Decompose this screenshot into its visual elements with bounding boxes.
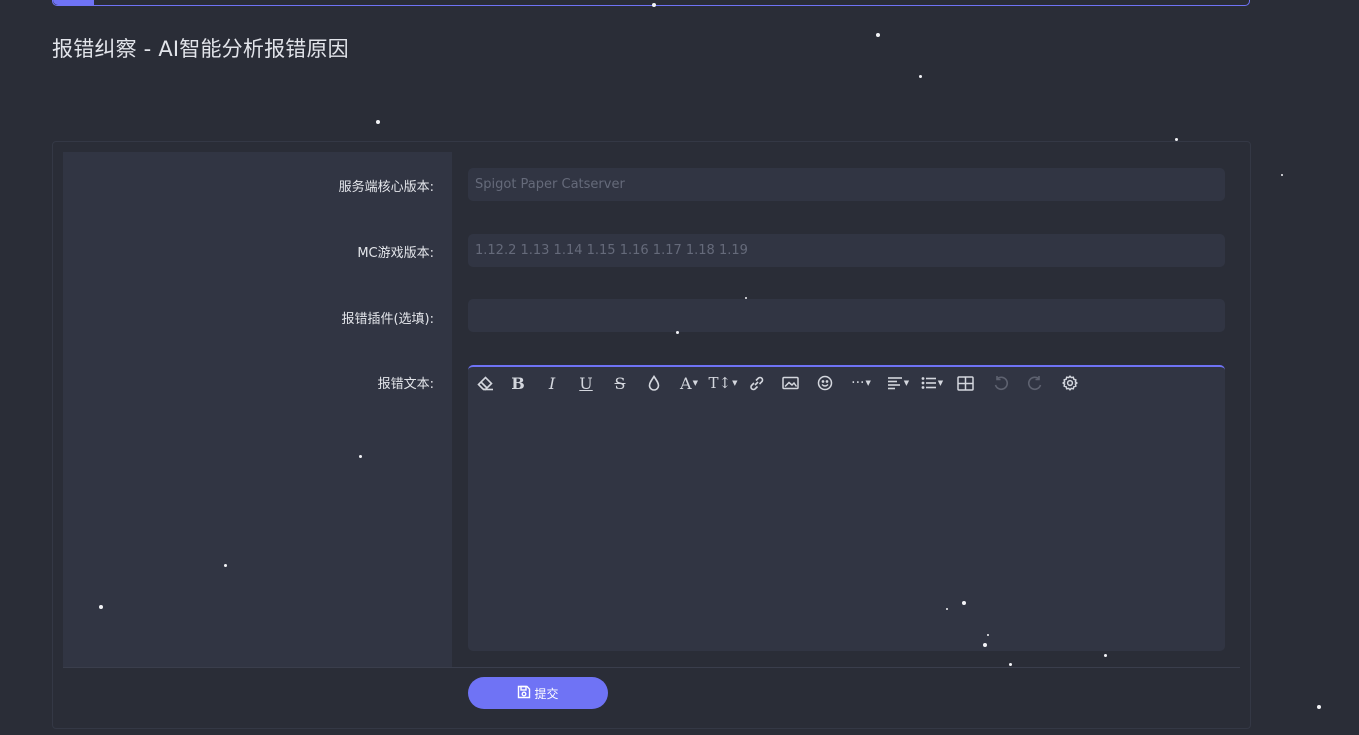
emoji-icon[interactable] xyxy=(816,372,833,394)
particle-dot xyxy=(652,3,656,7)
label-column xyxy=(63,152,452,667)
particle-dot xyxy=(1104,654,1107,657)
particle-dot xyxy=(946,608,948,610)
particle-dot xyxy=(376,120,380,124)
form-divider xyxy=(63,667,1240,668)
particle-dot xyxy=(1009,663,1012,666)
plugin-input[interactable] xyxy=(468,299,1225,332)
submit-label: 提交 xyxy=(534,686,559,701)
mc-version-label: MC游戏版本: xyxy=(357,246,434,261)
settings-icon[interactable] xyxy=(1061,372,1078,394)
mc-version-input[interactable] xyxy=(468,234,1225,267)
error-text-label: 报错文本: xyxy=(377,377,434,392)
particle-dot xyxy=(99,605,103,609)
particle-dot xyxy=(983,643,987,647)
font-color-icon[interactable]: A ▼ xyxy=(676,372,702,394)
error-text-editor[interactable]: B I U S A ▼ T↕ ▼ ··· ▼ ▼ ▼ xyxy=(468,365,1225,651)
core-version-input[interactable] xyxy=(468,168,1225,201)
top-progress-fill xyxy=(53,0,94,5)
core-version-label: 服务端核心版本: xyxy=(338,180,434,195)
bold-icon[interactable]: B xyxy=(511,372,525,394)
top-progress-bar xyxy=(52,0,1250,6)
save-icon xyxy=(517,685,531,702)
image-icon[interactable] xyxy=(782,372,799,394)
particle-dot xyxy=(876,33,880,37)
particle-dot xyxy=(676,331,679,334)
particle-dot xyxy=(359,455,362,458)
page: 报错纠察 - AI智能分析报错原因 服务端核心版本: MC游戏版本: 报错插件(… xyxy=(0,0,1359,735)
particle-dot xyxy=(224,564,227,567)
page-title: 报错纠察 - AI智能分析报错原因 xyxy=(52,37,349,61)
underline-icon[interactable]: U xyxy=(579,372,593,394)
italic-icon[interactable]: I xyxy=(545,372,559,394)
particle-dot xyxy=(745,297,747,299)
particle-dot xyxy=(1281,174,1283,176)
undo-icon[interactable] xyxy=(992,372,1009,394)
error-report-form: 服务端核心版本: MC游戏版本: 报错插件(选填): 报错文本: B I U S… xyxy=(52,141,1251,729)
eraser-icon[interactable] xyxy=(476,372,494,394)
plugin-label: 报错插件(选填): xyxy=(341,312,434,327)
color-drop-icon[interactable] xyxy=(647,372,661,394)
list-icon[interactable]: ▼ xyxy=(919,372,945,394)
particle-dot xyxy=(1175,138,1178,141)
redo-icon[interactable] xyxy=(1026,372,1043,394)
particle-dot xyxy=(919,75,922,78)
strikethrough-icon[interactable]: S xyxy=(613,372,627,394)
editor-toolbar: B I U S A ▼ T↕ ▼ ··· ▼ ▼ ▼ xyxy=(476,372,1078,394)
table-icon[interactable] xyxy=(957,372,974,394)
submit-button[interactable]: 提交 xyxy=(468,677,608,709)
link-icon[interactable] xyxy=(748,372,765,394)
particle-dot xyxy=(1317,705,1321,709)
particle-dot xyxy=(987,634,989,636)
align-icon[interactable]: ▼ xyxy=(885,372,911,394)
font-size-icon[interactable]: T↕ ▼ xyxy=(709,372,738,394)
more-icon[interactable]: ··· ▼ xyxy=(848,372,874,394)
particle-dot xyxy=(962,601,966,605)
